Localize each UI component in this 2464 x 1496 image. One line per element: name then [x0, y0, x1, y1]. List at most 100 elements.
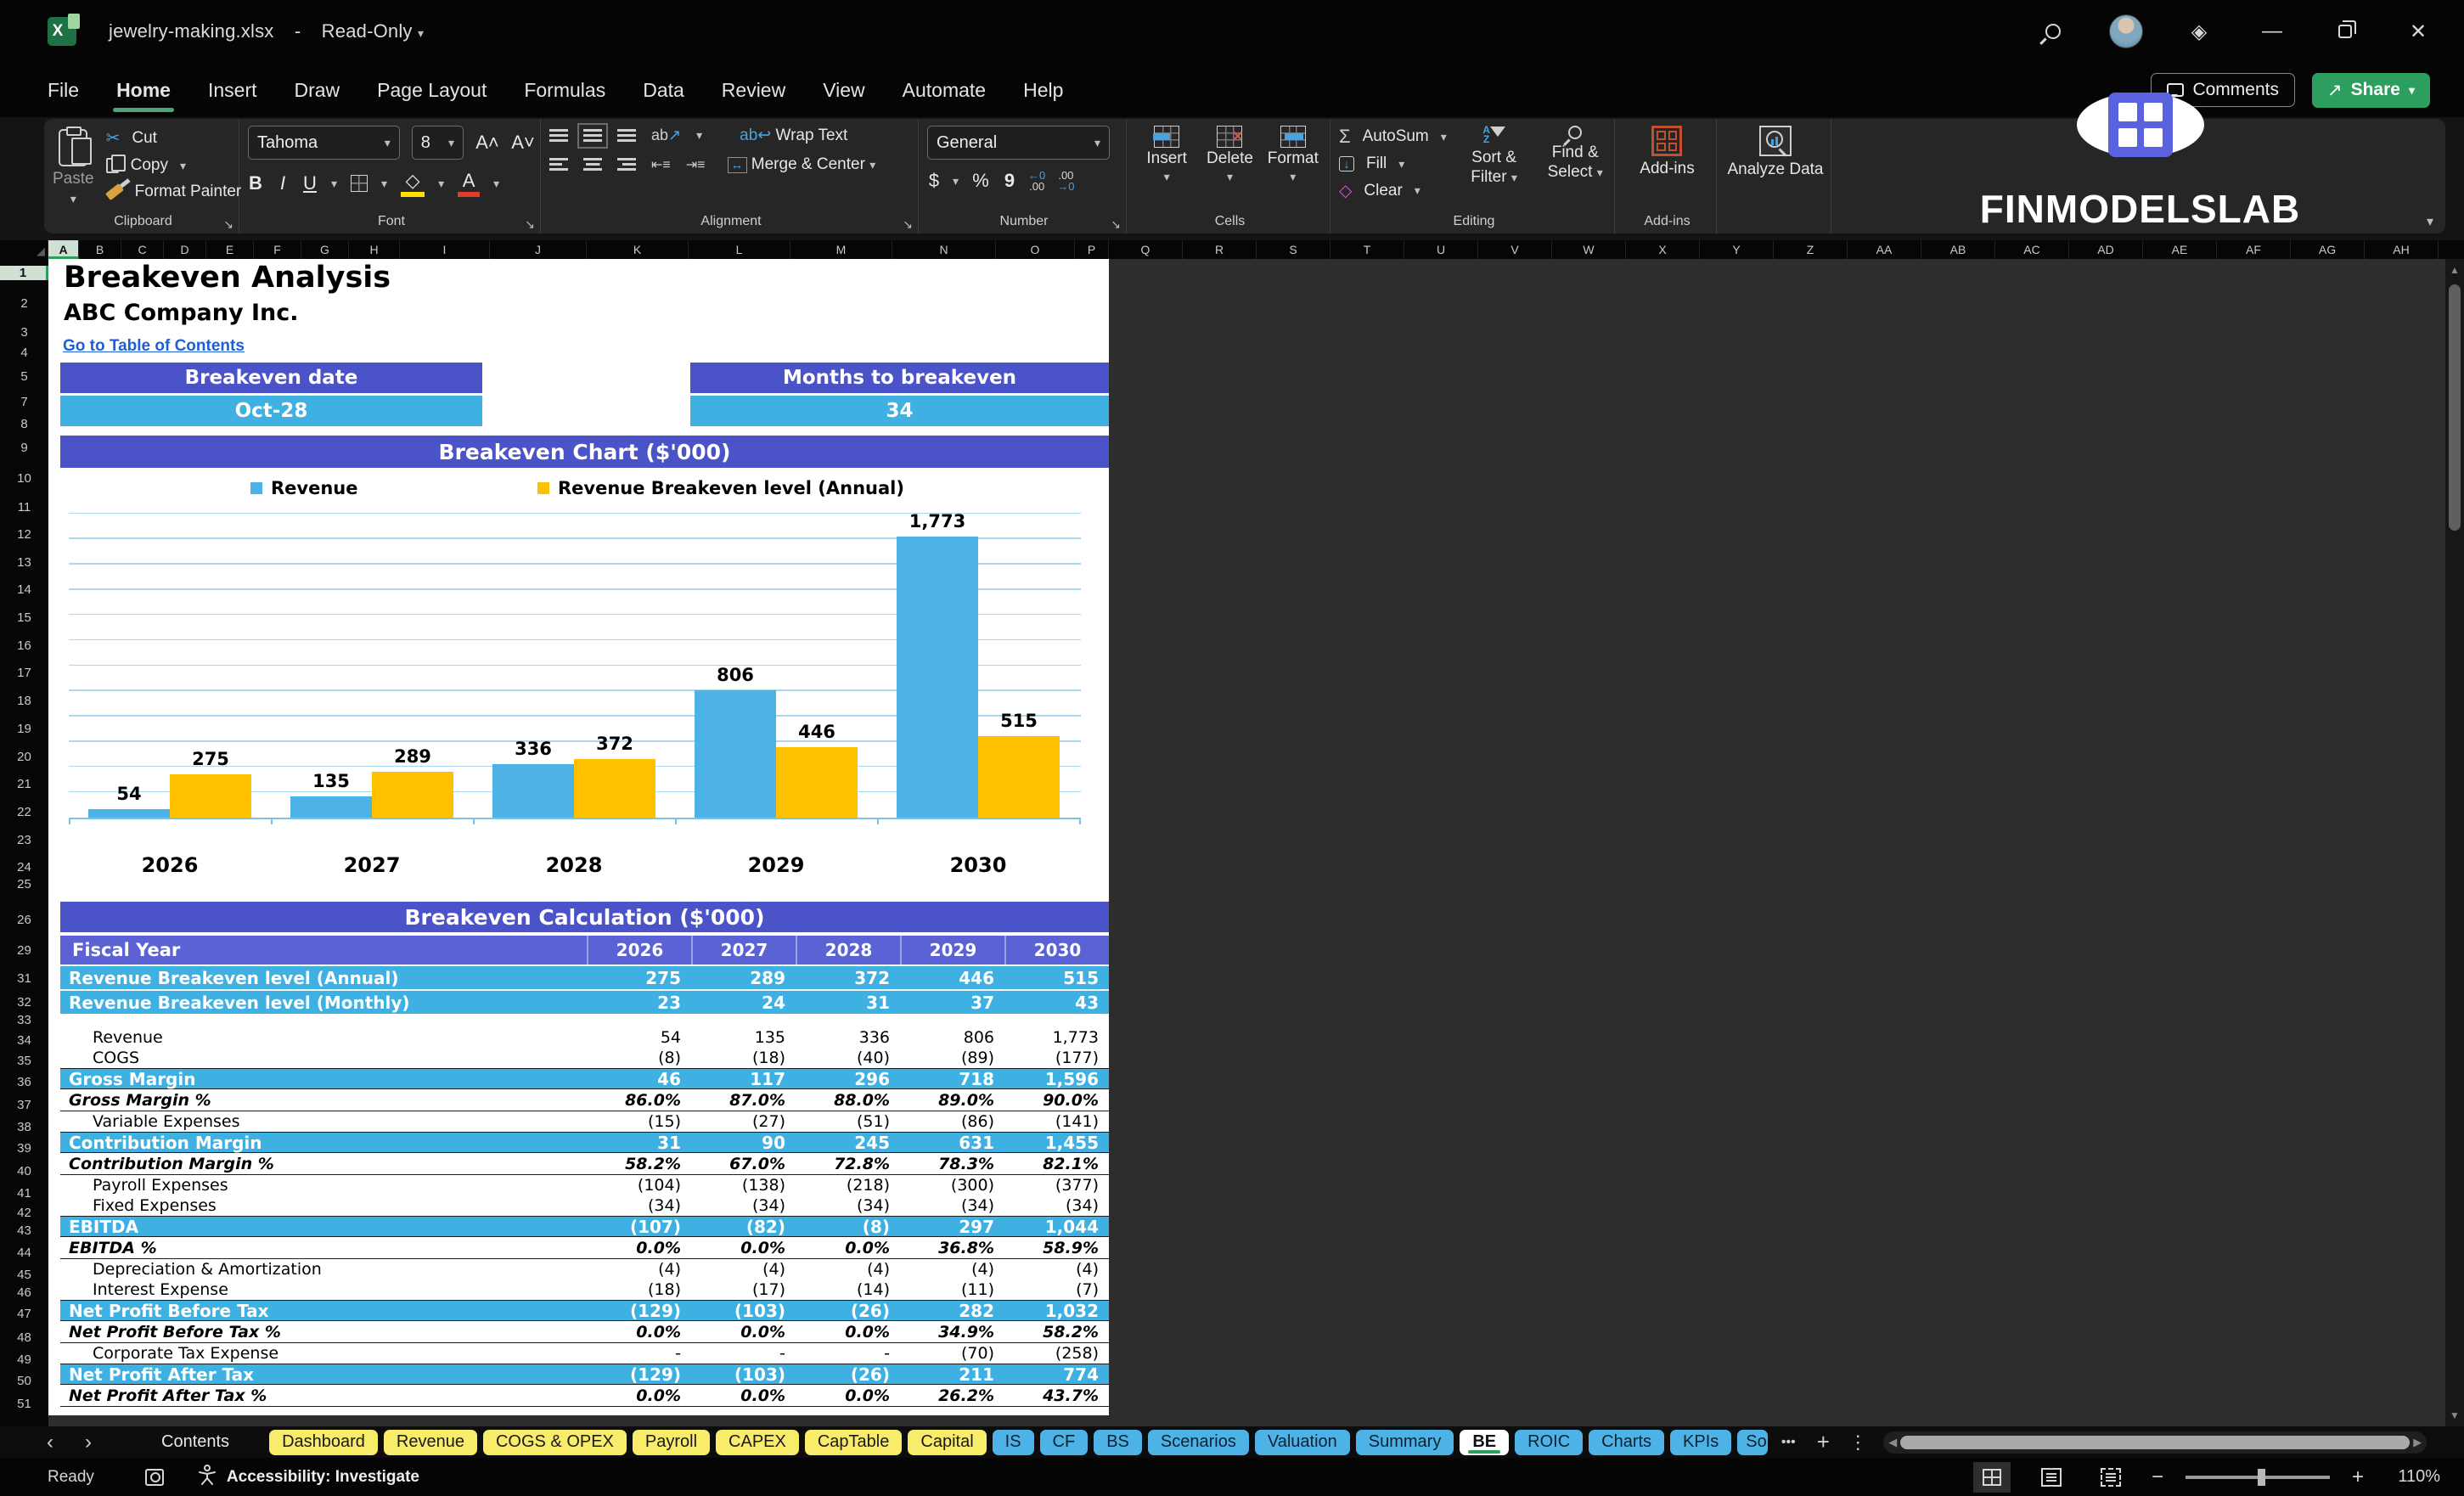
cell-value[interactable]: (141) [1004, 1112, 1109, 1131]
decrease-decimal-button[interactable]: .00 →0 [1057, 170, 1074, 192]
row-header-8[interactable]: 8 [0, 417, 48, 431]
row-header-23[interactable]: 23 [0, 833, 48, 847]
accessibility-status[interactable]: Accessibility: Investigate [227, 1468, 419, 1487]
cell-value[interactable]: 72.8% [796, 1155, 900, 1173]
borders-dropdown-icon[interactable]: ▾ [381, 177, 387, 191]
sheet-tab-kpis[interactable]: KPIs [1670, 1429, 1732, 1455]
cell-value[interactable]: 23 [587, 993, 691, 1013]
select-all-corner[interactable]: ◢ [0, 240, 48, 259]
analyze-data-button[interactable]: Analyze Data [1727, 126, 1824, 179]
cell-value[interactable]: 0.0% [691, 1323, 796, 1341]
column-header-E[interactable]: E [206, 240, 254, 259]
format-painter-button[interactable]: Format Painter [104, 183, 241, 201]
row-header-22[interactable]: 22 [0, 805, 48, 819]
cell-value[interactable]: 0.0% [587, 1323, 691, 1341]
column-header-T[interactable]: T [1330, 240, 1404, 259]
orientation-icon[interactable]: ab↗ [651, 127, 681, 144]
column-header-J[interactable]: J [490, 240, 587, 259]
currency-button[interactable]: $ [927, 170, 941, 192]
horizontal-scrollbar[interactable]: ◀ ▶ [1883, 1431, 2427, 1454]
column-headers[interactable]: A B C D E F G H I J K L M N O P Q R S T U V W X Y Z AA AB AC AD AE AF AG… [0, 240, 2464, 259]
paste-button[interactable]: Paste ▾ [53, 126, 94, 206]
comma-style-button[interactable]: 9 [1003, 170, 1016, 192]
cell-value[interactable]: (51) [796, 1112, 900, 1131]
column-header-N[interactable]: N [892, 240, 996, 259]
row-header-21[interactable]: 21 [0, 777, 48, 791]
font-size-select[interactable]: 8 ▾ [411, 126, 464, 160]
column-header-G[interactable]: G [301, 240, 349, 259]
sheet-tab-valuation[interactable]: Valuation [1254, 1429, 1350, 1455]
cell-value[interactable]: 0.0% [587, 1386, 691, 1405]
cell-value[interactable]: (26) [796, 1364, 900, 1385]
row-header-12[interactable]: 12 [0, 527, 48, 542]
cell-value[interactable]: 36.8% [900, 1239, 1004, 1257]
row-header-24[interactable]: 24 [0, 860, 48, 875]
row-header-45[interactable]: 45 [0, 1268, 48, 1282]
row-header-9[interactable]: 9 [0, 441, 48, 455]
minimize-button[interactable]: — [2255, 14, 2289, 48]
vertical-scrollbar[interactable]: ▲ ▼ [2445, 259, 2464, 1426]
cell-value[interactable]: (14) [796, 1280, 900, 1299]
row-header-39[interactable]: 39 [0, 1141, 48, 1156]
row-header-49[interactable]: 49 [0, 1353, 48, 1367]
row-header-40[interactable]: 40 [0, 1164, 48, 1178]
cell-value[interactable]: 372 [796, 968, 900, 988]
premium-gem-icon[interactable]: ◈ [2182, 14, 2216, 48]
sheet-tab-capex[interactable]: CAPEX [716, 1429, 799, 1455]
cell-value[interactable]: 90.0% [1004, 1091, 1109, 1110]
align-right-icon[interactable] [617, 158, 636, 172]
column-header-M[interactable]: M [790, 240, 892, 259]
cell-value[interactable]: 37 [900, 993, 1004, 1013]
column-header-AF[interactable]: AF [2217, 240, 2291, 259]
sheet-tab-charts[interactable]: Charts [1589, 1429, 1665, 1455]
cell-value[interactable]: (86) [900, 1112, 1004, 1131]
cell-value[interactable]: (70) [900, 1344, 1004, 1363]
percent-button[interactable]: % [970, 170, 991, 192]
underline-button[interactable]: U [302, 172, 318, 194]
zoom-out-button[interactable]: − [2152, 1465, 2163, 1489]
column-header-Z[interactable]: Z [1774, 240, 1848, 259]
column-header-S[interactable]: S [1257, 240, 1330, 259]
scroll-down-icon[interactable]: ▼ [2445, 1409, 2464, 1421]
column-header-R[interactable]: R [1183, 240, 1257, 259]
row-header-51[interactable]: 51 [0, 1397, 48, 1411]
column-header-I[interactable]: I [400, 240, 490, 259]
italic-button[interactable]: I [277, 172, 289, 194]
row-header-42[interactable]: 42 [0, 1206, 48, 1220]
cell-value[interactable]: 43 [1004, 993, 1109, 1013]
cell-value[interactable]: 67.0% [691, 1155, 796, 1173]
ribbon-tab-help[interactable]: Help [1004, 70, 1082, 110]
row-header-41[interactable]: 41 [0, 1186, 48, 1201]
ribbon-tab-insert[interactable]: Insert [189, 70, 276, 110]
cell-value[interactable]: 774 [1004, 1364, 1109, 1385]
scroll-left-icon[interactable]: ◀ [1888, 1436, 1897, 1449]
cell-value[interactable]: 1,773 [1004, 1028, 1109, 1047]
sheet-tab-is[interactable]: IS [992, 1429, 1034, 1455]
row-header-26[interactable]: 26 [0, 913, 48, 927]
cell-value[interactable]: (8) [796, 1217, 900, 1237]
cell-value[interactable]: 135 [691, 1028, 796, 1047]
fill-button[interactable]: ↓ Fill ▾ [1339, 155, 1447, 173]
row-header-35[interactable]: 35 [0, 1054, 48, 1068]
cell-value[interactable]: 88.0% [796, 1091, 900, 1110]
cell-value[interactable]: (300) [900, 1176, 1004, 1195]
cell-value[interactable]: 211 [900, 1364, 1004, 1385]
sort-filter-button[interactable]: AZ Sort & Filter ▾ [1464, 125, 1525, 188]
cell-value[interactable]: 631 [900, 1133, 1004, 1153]
cell-value[interactable]: 43.7% [1004, 1386, 1109, 1405]
cell-value[interactable]: (8) [587, 1049, 691, 1067]
clipboard-dialog-launcher-icon[interactable]: ↘ [223, 217, 233, 232]
row-header-29[interactable]: 29 [0, 943, 48, 958]
row-header-10[interactable]: 10 [0, 471, 48, 486]
row-header-37[interactable]: 37 [0, 1098, 48, 1112]
row-header-36[interactable]: 36 [0, 1075, 48, 1089]
currency-dropdown-icon[interactable]: ▾ [953, 174, 959, 188]
cell-value[interactable]: 90 [691, 1133, 796, 1153]
cell-value[interactable]: - [691, 1344, 796, 1363]
align-left-icon[interactable] [549, 158, 568, 172]
row-header-31[interactable]: 31 [0, 971, 48, 986]
cell-value[interactable]: 117 [691, 1069, 796, 1089]
cell-value[interactable]: 0.0% [796, 1386, 900, 1405]
column-header-B[interactable]: B [79, 240, 121, 259]
cell-value[interactable]: 336 [796, 1028, 900, 1047]
